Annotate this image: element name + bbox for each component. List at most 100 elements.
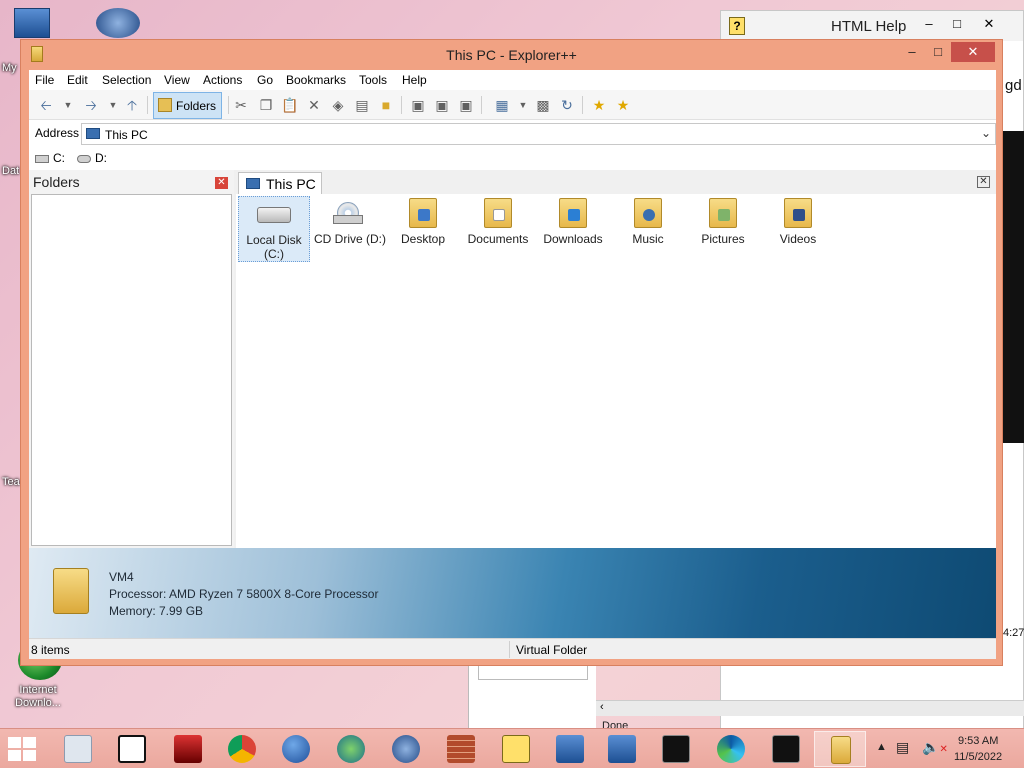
media-desktop-icon[interactable] bbox=[96, 8, 140, 38]
menu-go[interactable]: Go bbox=[257, 73, 273, 87]
taskbar-computer-2[interactable] bbox=[596, 731, 648, 767]
item-local-disk[interactable]: Local Disk (C:) bbox=[238, 196, 310, 262]
game-icon bbox=[174, 735, 202, 763]
drive-button-d[interactable]: D: bbox=[77, 151, 107, 165]
properties-icon[interactable]: ▤ bbox=[353, 96, 371, 114]
forward-icon[interactable]: 🡢 bbox=[82, 96, 100, 114]
address-input[interactable]: This PC ⌄ bbox=[81, 123, 996, 145]
minimize-button[interactable]: – bbox=[899, 42, 925, 62]
delete-icon[interactable]: ✕ bbox=[305, 96, 323, 114]
scroll-left-icon[interactable]: ‹ bbox=[600, 701, 604, 713]
tab-this-pc[interactable]: This PC bbox=[238, 172, 322, 195]
menu-view[interactable]: View bbox=[164, 73, 190, 87]
menu-tools[interactable]: Tools bbox=[359, 73, 387, 87]
close-folders-pane-icon[interactable]: ✕ bbox=[215, 177, 228, 189]
forward-dropdown-icon[interactable]: ▼ bbox=[104, 96, 122, 114]
go-to-folder-icon[interactable]: ▣ bbox=[457, 96, 475, 114]
taskbar-7zip[interactable] bbox=[106, 731, 158, 767]
help-horizontal-scrollbar[interactable]: ‹ bbox=[596, 700, 1024, 716]
paste-icon[interactable]: 📋 bbox=[281, 96, 299, 114]
clock-date[interactable]: 11/5/2022 bbox=[954, 751, 1002, 763]
add-bookmark-icon[interactable]: ★ bbox=[590, 96, 608, 114]
cut-icon[interactable]: ✂ bbox=[232, 96, 250, 114]
copy-icon[interactable]: ❐ bbox=[257, 96, 275, 114]
taskbar-edge[interactable] bbox=[705, 731, 757, 767]
command-prompt-icon[interactable]: ▩ bbox=[534, 96, 552, 114]
display-window: VM4 Processor: AMD Ryzen 7 5800X 8-Core … bbox=[29, 548, 996, 638]
file-list[interactable]: Local Disk (C:) CD Drive (D:) Desktop Do… bbox=[236, 194, 996, 548]
menu-bookmarks[interactable]: Bookmarks bbox=[286, 73, 346, 87]
views-icon[interactable]: ▦ bbox=[493, 96, 511, 114]
item-downloads[interactable]: Downloads bbox=[537, 196, 609, 262]
cd-drive-icon bbox=[77, 154, 91, 163]
taskbar-explorer-plus-plus[interactable] bbox=[814, 731, 866, 767]
taskbar-help[interactable] bbox=[490, 731, 542, 767]
maximize-button[interactable]: □ bbox=[925, 42, 951, 62]
explorer-window[interactable]: This PC - Explorer++ – □ ✕ File Edit Sel… bbox=[20, 39, 1003, 666]
help-title-bar[interactable]: ? HTML Help – □ ✕ bbox=[721, 11, 1023, 41]
item-pictures[interactable]: Pictures bbox=[687, 196, 759, 262]
drive-button-c[interactable]: C: bbox=[35, 151, 65, 165]
move-to-icon[interactable]: ▣ bbox=[433, 96, 451, 114]
menu-edit[interactable]: Edit bbox=[67, 73, 88, 87]
menu-file[interactable]: File bbox=[35, 73, 54, 87]
refresh-icon[interactable]: ↻ bbox=[558, 96, 576, 114]
show-hidden-icons-icon[interactable]: ▲ bbox=[876, 741, 887, 753]
network-icon[interactable]: ▤ bbox=[896, 739, 909, 756]
taskbar-idm[interactable] bbox=[325, 731, 377, 767]
back-icon[interactable]: 🡠 bbox=[37, 96, 55, 114]
folder-type: Virtual Folder bbox=[516, 643, 588, 657]
cd-drive-icon bbox=[333, 202, 363, 224]
desktop-icon-label: Dat bbox=[2, 165, 20, 177]
new-folder-icon[interactable]: ■ bbox=[377, 96, 395, 114]
explorer-title-bar[interactable]: This PC - Explorer++ – □ ✕ bbox=[21, 40, 1002, 69]
delete-permanently-icon[interactable]: ◈ bbox=[329, 96, 347, 114]
help-minimize-button[interactable]: – bbox=[917, 13, 941, 35]
taskbar-cmd-2[interactable] bbox=[760, 731, 812, 767]
item-label: Videos bbox=[779, 232, 817, 246]
tab-bar: This PC ✕ bbox=[236, 170, 996, 195]
taskbar-chrome[interactable] bbox=[216, 731, 268, 767]
views-dropdown-icon[interactable]: ▼ bbox=[514, 96, 532, 114]
menu-selection[interactable]: Selection bbox=[102, 73, 151, 87]
back-dropdown-icon[interactable]: ▼ bbox=[59, 96, 77, 114]
help-dark-panel bbox=[1003, 131, 1024, 443]
item-documents[interactable]: Documents bbox=[462, 196, 534, 262]
item-videos[interactable]: Videos bbox=[762, 196, 834, 262]
folders-toggle-button[interactable]: Folders bbox=[153, 92, 222, 119]
help-maximize-button[interactable]: □ bbox=[945, 13, 969, 35]
toolbar-separator bbox=[147, 96, 148, 114]
clock-time[interactable]: 9:53 AM bbox=[958, 735, 998, 747]
volume-muted-icon[interactable]: 🔈✕ bbox=[922, 739, 948, 756]
help-close-button[interactable]: ✕ bbox=[977, 13, 1001, 35]
menu-actions[interactable]: Actions bbox=[203, 73, 242, 87]
item-music[interactable]: Music bbox=[612, 196, 684, 262]
taskbar-firewall[interactable] bbox=[435, 731, 487, 767]
close-button[interactable]: ✕ bbox=[951, 42, 995, 62]
taskbar-globe[interactable] bbox=[270, 731, 322, 767]
computer-name: VM4 bbox=[109, 570, 134, 584]
taskbar-cmd[interactable] bbox=[650, 731, 702, 767]
drive-icon bbox=[35, 154, 49, 163]
up-icon[interactable]: 🡡 bbox=[123, 96, 141, 114]
folder-tree[interactable] bbox=[31, 194, 232, 546]
start-button[interactable] bbox=[8, 737, 38, 761]
panes-area: Folders ✕ This PC ✕ Local Disk (C:) CD D… bbox=[29, 170, 996, 548]
item-label: Desktop bbox=[400, 232, 446, 246]
this-pc-icon bbox=[86, 128, 100, 139]
my-computer-desktop-icon[interactable] bbox=[14, 8, 50, 38]
toolbar-separator bbox=[481, 96, 482, 114]
bookmarks-icon[interactable]: ★ bbox=[614, 96, 632, 114]
help-clock-fragment: 4:27 bbox=[1003, 627, 1024, 639]
copy-to-icon[interactable]: ▣ bbox=[409, 96, 427, 114]
item-desktop[interactable]: Desktop bbox=[387, 196, 459, 262]
close-tab-icon[interactable]: ✕ bbox=[977, 176, 990, 188]
taskbar-control-panel[interactable] bbox=[52, 731, 104, 767]
address-dropdown-icon[interactable]: ⌄ bbox=[981, 126, 991, 140]
explorer-plus-plus-icon bbox=[831, 736, 851, 764]
taskbar-game[interactable] bbox=[162, 731, 214, 767]
item-cd-drive[interactable]: CD Drive (D:) bbox=[313, 196, 387, 262]
menu-help[interactable]: Help bbox=[402, 73, 427, 87]
taskbar-computer[interactable] bbox=[544, 731, 596, 767]
taskbar-app[interactable] bbox=[380, 731, 432, 767]
